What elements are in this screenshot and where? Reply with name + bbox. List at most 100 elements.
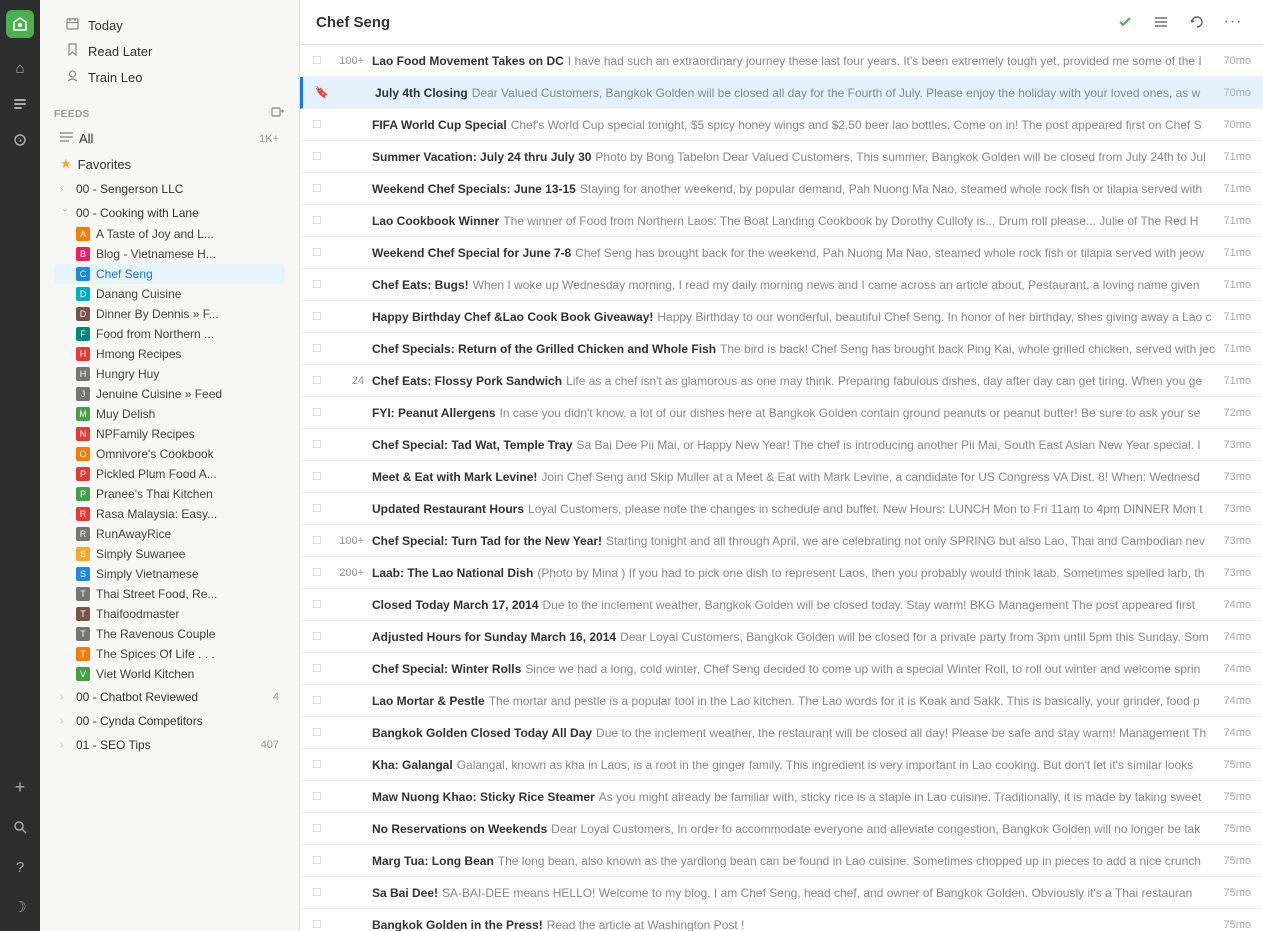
- feed-item-danang[interactable]: D Danang Cuisine: [54, 284, 285, 304]
- bookmark-icon[interactable]: ☐: [312, 886, 328, 899]
- bookmark-icon[interactable]: ☐: [312, 150, 328, 163]
- article-row[interactable]: ☐ Chef Special: Winter Rolls Since we ha…: [300, 653, 1263, 685]
- feed-item-muy-delish[interactable]: M Muy Delish: [54, 404, 285, 424]
- article-row[interactable]: ☐ 200+ Laab: The Lao National Dish (Phot…: [300, 557, 1263, 589]
- feed-item-hmong[interactable]: H Hmong Recipes: [54, 344, 285, 364]
- bookmark-icon[interactable]: ☐: [312, 854, 328, 867]
- article-row[interactable]: ☐ Closed Today March 17, 2014 Due to the…: [300, 589, 1263, 621]
- bookmark-icon[interactable]: 🔖: [315, 86, 331, 99]
- bookmark-icon[interactable]: ☐: [312, 598, 328, 611]
- article-row[interactable]: ☐ 100+ Lao Food Movement Takes on DC I h…: [300, 45, 1263, 77]
- article-row[interactable]: ☐ Chef Eats: Bugs! When I woke up Wednes…: [300, 269, 1263, 301]
- feeds-icon[interactable]: [4, 88, 36, 120]
- bookmark-icon[interactable]: ☐: [312, 790, 328, 803]
- article-row[interactable]: ☐ Adjusted Hours for Sunday March 16, 20…: [300, 621, 1263, 653]
- feed-item-npfamily[interactable]: N NPFamily Recipes: [54, 424, 285, 444]
- article-row[interactable]: ☐ FYI: Peanut Allergens In case you didn…: [300, 397, 1263, 429]
- bookmark-icon[interactable]: ☐: [312, 470, 328, 483]
- article-row[interactable]: ☐ 24 Chef Eats: Flossy Pork Sandwich Lif…: [300, 365, 1263, 397]
- help-icon[interactable]: ?: [4, 851, 36, 883]
- bookmark-icon[interactable]: ☐: [312, 182, 328, 195]
- feed-item-taste-joy[interactable]: A A Taste of Joy and L...: [54, 224, 285, 244]
- article-row[interactable]: ☐ Chef Special: Tad Wat, Temple Tray Sa …: [300, 429, 1263, 461]
- article-row[interactable]: ☐ No Reservations on Weekends Dear Loyal…: [300, 813, 1263, 845]
- bookmark-icon[interactable]: ☐: [312, 278, 328, 291]
- home-icon[interactable]: ⌂: [4, 52, 36, 84]
- article-row[interactable]: ☐ Lao Mortar & Pestle The mortar and pes…: [300, 685, 1263, 717]
- add-feed-button[interactable]: [271, 106, 285, 123]
- bookmark-icon[interactable]: ☐: [312, 118, 328, 131]
- feed-item-simply-suwanee[interactable]: S Simply Suwanee: [54, 544, 285, 564]
- feed-item-chef-seng[interactable]: C Chef Seng: [54, 264, 285, 284]
- feed-item-pranee[interactable]: P Pranee's Thai Kitchen: [54, 484, 285, 504]
- article-row[interactable]: ☐ Bangkok Golden in the Press! Read the …: [300, 909, 1263, 931]
- bookmark-icon[interactable]: ☐: [312, 54, 328, 67]
- feed-favorites[interactable]: ★ Favorites: [54, 152, 285, 176]
- feed-item-thaifoodmaster[interactable]: T Thaifoodmaster: [54, 604, 285, 624]
- feed-item-spices-of-life[interactable]: T The Spices Of Life . . .: [54, 644, 285, 664]
- article-row[interactable]: ☐ Kha: Galangal Galangal, known as kha i…: [300, 749, 1263, 781]
- nav-today[interactable]: Today: [54, 12, 285, 38]
- group-cooking-lane-header[interactable]: › 00 - Cooking with Lane: [54, 202, 285, 224]
- bookmark-icon[interactable]: ☐: [312, 406, 328, 419]
- bookmark-icon[interactable]: ☐: [312, 438, 328, 451]
- article-row[interactable]: ☐ Sa Bai Dee! SA-BAI-DEE means HELLO! We…: [300, 877, 1263, 909]
- feed-item-food-northern[interactable]: F Food from Northern ...: [54, 324, 285, 344]
- feed-item-jenuine[interactable]: J Jenuine Cuisine » Feed: [54, 384, 285, 404]
- bookmark-icon[interactable]: ☐: [312, 822, 328, 835]
- search-icon[interactable]: [4, 811, 36, 843]
- feed-item-pickled-plum[interactable]: P Pickled Plum Food A...: [54, 464, 285, 484]
- bookmark-icon[interactable]: ☐: [312, 214, 328, 227]
- article-row[interactable]: ☐ Bangkok Golden Closed Today All Day Du…: [300, 717, 1263, 749]
- add-icon[interactable]: +: [4, 771, 36, 803]
- feed-item-blog-vietnamese[interactable]: B Blog - Vietnamese H...: [54, 244, 285, 264]
- bookmark-icon[interactable]: ☐: [312, 694, 328, 707]
- bookmark-icon[interactable]: ☐: [312, 374, 328, 387]
- article-row[interactable]: ☐ Maw Nuong Khao: Sticky Rice Steamer As…: [300, 781, 1263, 813]
- discover-icon[interactable]: [4, 124, 36, 156]
- article-row[interactable]: ☐ Happy Birthday Chef &Lao Cook Book Giv…: [300, 301, 1263, 333]
- feed-item-dinner-dennis[interactable]: D Dinner By Dennis » F...: [54, 304, 285, 324]
- bookmark-icon[interactable]: ☐: [312, 662, 328, 675]
- article-row[interactable]: ☐ Weekend Chef Special for June 7-8 Chef…: [300, 237, 1263, 269]
- bookmark-icon[interactable]: ☐: [312, 342, 328, 355]
- feed-all[interactable]: All 1K+: [54, 127, 285, 150]
- nav-read-later[interactable]: Read Later: [54, 38, 285, 64]
- nav-train-leo[interactable]: Train Leo: [54, 64, 285, 90]
- group-cynda-header[interactable]: › 00 - Cynda Competitors: [54, 710, 285, 732]
- bookmark-icon[interactable]: ☐: [312, 246, 328, 259]
- article-row[interactable]: 🔖 July 4th Closing Dear Valued Customers…: [300, 77, 1263, 109]
- feed-item-simply-vietnamese[interactable]: S Simply Vietnamese: [54, 564, 285, 584]
- article-row[interactable]: ☐ Marg Tua: Long Bean The long bean, als…: [300, 845, 1263, 877]
- view-options-button[interactable]: [1147, 8, 1175, 36]
- article-row[interactable]: ☐ Summer Vacation: July 24 thru July 30 …: [300, 141, 1263, 173]
- feed-item-hungry-huy[interactable]: H Hungry Huy: [54, 364, 285, 384]
- refresh-button[interactable]: [1183, 8, 1211, 36]
- bookmark-icon[interactable]: ☐: [312, 918, 328, 931]
- article-row[interactable]: ☐ Weekend Chef Specials: June 13-15 Stay…: [300, 173, 1263, 205]
- article-row[interactable]: ☐ FIFA World Cup Special Chef's World Cu…: [300, 109, 1263, 141]
- bookmark-icon[interactable]: ☐: [312, 726, 328, 739]
- feed-item-rasa-malaysia[interactable]: R Rasa Malaysia: Easy...: [54, 504, 285, 524]
- article-row[interactable]: ☐ Lao Cookbook Winner The winner of Food…: [300, 205, 1263, 237]
- more-options-button[interactable]: ···: [1219, 8, 1247, 36]
- feed-item-ravenous-couple[interactable]: T The Ravenous Couple: [54, 624, 285, 644]
- article-row[interactable]: ☐ Chef Specials: Return of the Grilled C…: [300, 333, 1263, 365]
- article-row[interactable]: ☐ 100+ Chef Special: Turn Tad for the Ne…: [300, 525, 1263, 557]
- feed-item-viet-world[interactable]: V Viet World Kitchen: [54, 664, 285, 684]
- article-row[interactable]: ☐ Meet & Eat with Mark Levine! Join Chef…: [300, 461, 1263, 493]
- article-row[interactable]: ☐ Updated Restaurant Hours Loyal Custome…: [300, 493, 1263, 525]
- dark-mode-icon[interactable]: ☽: [4, 891, 36, 923]
- feed-item-runaway-rice[interactable]: R RunAwayRice: [54, 524, 285, 544]
- group-sengerson-header[interactable]: › 00 - Sengerson LLC: [54, 178, 285, 200]
- bookmark-icon[interactable]: ☐: [312, 534, 328, 547]
- group-seo-tips-header[interactable]: › 01 - SEO Tips 407: [54, 734, 285, 756]
- feed-item-thai-street[interactable]: T Thai Street Food, Re...: [54, 584, 285, 604]
- bookmark-icon[interactable]: ☐: [312, 630, 328, 643]
- bookmark-icon[interactable]: ☐: [312, 758, 328, 771]
- bookmark-icon[interactable]: ☐: [312, 310, 328, 323]
- mark-read-button[interactable]: [1111, 8, 1139, 36]
- bookmark-icon[interactable]: ☐: [312, 502, 328, 515]
- feed-item-omnivore[interactable]: O Omnivore's Cookbook: [54, 444, 285, 464]
- app-logo[interactable]: [6, 10, 34, 38]
